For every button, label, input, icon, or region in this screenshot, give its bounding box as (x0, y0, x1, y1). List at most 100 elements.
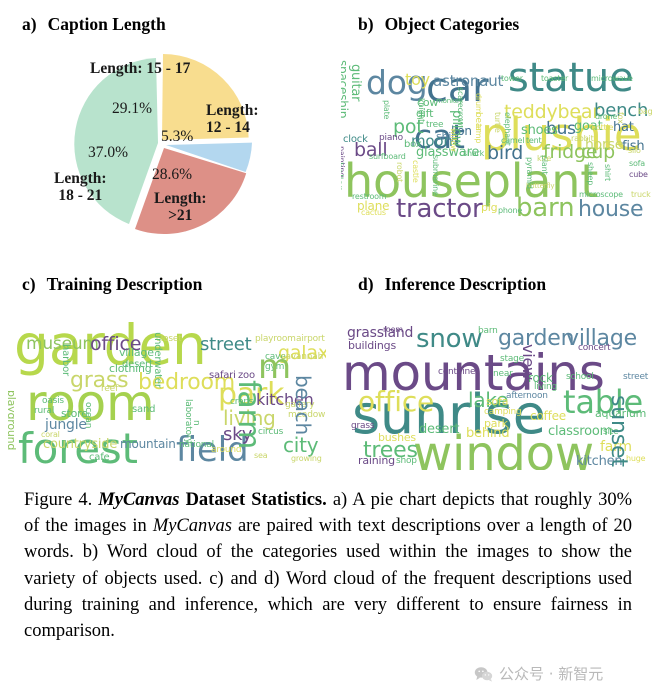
wordcloud-word: microwave (591, 74, 633, 83)
wordcloud-word: tent (526, 136, 542, 145)
caption-dataset-name: MyCanvas (98, 490, 180, 510)
wordcloud-word: elephant (503, 112, 512, 146)
wordcloud-word: beach (291, 375, 315, 435)
pie-pct-gt21: 28.6% (152, 166, 193, 183)
wordcloud-word: playroom (255, 334, 296, 344)
wordcloud-word: playground (8, 390, 18, 451)
panel-inference-description: d) Inference Description mountains sunrise… (330, 262, 654, 487)
wordcloud-word: tree (426, 120, 444, 130)
wordcloud-word: airport (296, 334, 325, 344)
pie-chart: Length: 15 - 17 29.1% Length: 12 - 14 5.3… (40, 42, 280, 254)
wordcloud-inference-description: mountains sunrise window table office snow gar… (338, 300, 650, 470)
panel-caption-length: a) Caption Length Length: 15 - 17 29.1% L… (0, 0, 330, 262)
panel-d-title-text: Inference Description (384, 274, 547, 294)
wordcloud-word: farm (231, 380, 266, 450)
wordcloud-word: sofa (629, 159, 645, 168)
wordcloud-word: fox (616, 112, 625, 124)
wordcloud-word: willow (449, 128, 458, 152)
wordcloud-word: street (623, 372, 649, 382)
wordcloud-word: sea (254, 451, 268, 460)
wordcloud-word: lamp (474, 124, 483, 144)
panel-d-tag: d) (358, 274, 374, 294)
wordcloud-word: grass (351, 421, 375, 431)
wordcloud-word: desert (419, 422, 460, 437)
wordcloud-word: village (119, 346, 154, 359)
wordcloud-word: park (484, 417, 508, 430)
wechat-icon (474, 666, 493, 682)
wordcloud-word: pig (481, 201, 498, 214)
wordcloud-word: plant (540, 155, 549, 175)
wordcloud-word: mountain (120, 437, 176, 451)
caption-dataset-name-2: MyCanvas (152, 516, 232, 537)
pie-label-gt21: Length: >21 (154, 190, 207, 225)
wordcloud-word: phone (498, 206, 523, 215)
wordcloud-word: rural (34, 406, 55, 416)
wordcloud-word: bottle (591, 123, 614, 132)
wordcloud-word: cube (629, 170, 648, 179)
wordcloud-word: toy (405, 70, 430, 89)
wordcloud-word: office (358, 385, 435, 418)
wordcloud-word: rabbit (571, 134, 594, 143)
wordcloud-word: countryside (43, 437, 118, 452)
panel-b-title-text: Object Categories (384, 14, 520, 34)
wordcloud-word: snow (416, 324, 483, 354)
wordcloud-word: sand (132, 404, 156, 415)
wordcloud-word: street (200, 334, 252, 355)
wordcloud-word: m (258, 347, 291, 387)
wordcloud-word: guitar (348, 64, 363, 102)
wordcloud-word: plate (382, 100, 391, 120)
wordcloud-word: afternoon (506, 391, 548, 401)
wordcloud-word: cafe (89, 452, 110, 463)
figure-root: a) Caption Length Length: 15 - 17 29.1% L… (0, 0, 654, 700)
wordcloud-word: castle (411, 160, 420, 183)
wordcloud-training-description: garden room forest field park bedroom grass mus… (8, 300, 326, 470)
wordcloud-word: oasis (42, 396, 64, 406)
pie-pct-18-21: 37.0% (88, 144, 129, 161)
panel-c-title: c) Training Description (22, 274, 202, 295)
wordcloud-word: sofa (486, 395, 509, 408)
pie-label-15-17: Length: 15 - 17 (90, 60, 191, 77)
wordcloud-word: view (519, 344, 538, 381)
wordcloud-word: coffee (530, 409, 566, 423)
figure-caption: Figure 4. MyCanvas Dataset Statistics. a… (24, 487, 632, 644)
wordcloud-word: harbor (60, 344, 71, 376)
wordcloud-word: silo (628, 146, 641, 155)
panel-c-title-text: Training Description (46, 274, 203, 294)
wordcloud-word: house (578, 197, 644, 222)
panel-a-tag: a) (22, 14, 37, 34)
panel-b-title: b) Object Categories (358, 14, 519, 35)
watermark: 公众号 · 新智元 (474, 663, 603, 684)
wordcloud-word: toaster (541, 74, 569, 83)
wordcloud-word: clock (343, 134, 368, 145)
wordcloud-word: room (383, 325, 403, 334)
wordcloud-word: tractor (396, 194, 483, 224)
pie-label-18-21: Length: 18 - 21 (54, 170, 107, 205)
panel-c-tag: c) (22, 274, 36, 294)
wordcloud-word: reef (101, 384, 118, 394)
wordcloud-word: bag (638, 107, 653, 116)
wordcloud-word: barn (478, 326, 498, 336)
wordcloud-word: ballon (341, 162, 344, 192)
wordcloud-word: grassland (347, 325, 414, 341)
caption-prefix: Figure 4. (24, 490, 93, 510)
wordcloud-word: container (438, 367, 479, 377)
wordcloud-word: restroom (352, 192, 387, 201)
wordcloud-word: cactus (361, 208, 386, 217)
panel-b-tag: b) (358, 14, 374, 34)
panel-training-description: c) Training Description garden room forest f… (0, 262, 330, 487)
panel-d-title: d) Inference Description (358, 274, 546, 295)
wordcloud-word: desert (122, 359, 153, 370)
wordcloud-word: drone (595, 112, 618, 121)
wordcloud-word: school (566, 372, 594, 382)
wordcloud-word: truck (631, 190, 651, 199)
pie-label-12-14: Length: 12 - 14 (206, 102, 259, 137)
wordcloud-word: submarine (431, 155, 440, 196)
wordcloud-word: raining (358, 454, 395, 467)
wordcloud-word: n (191, 420, 201, 426)
wordcloud-word: sunset (606, 395, 631, 467)
wordcloud-word: barn (516, 193, 575, 223)
pie-pct-12-14: 5.3% (161, 128, 194, 145)
wordcloud-word: city (283, 433, 319, 457)
panel-a-title: a) Caption Length (22, 14, 166, 35)
wordcloud-word: microscope (579, 190, 623, 199)
